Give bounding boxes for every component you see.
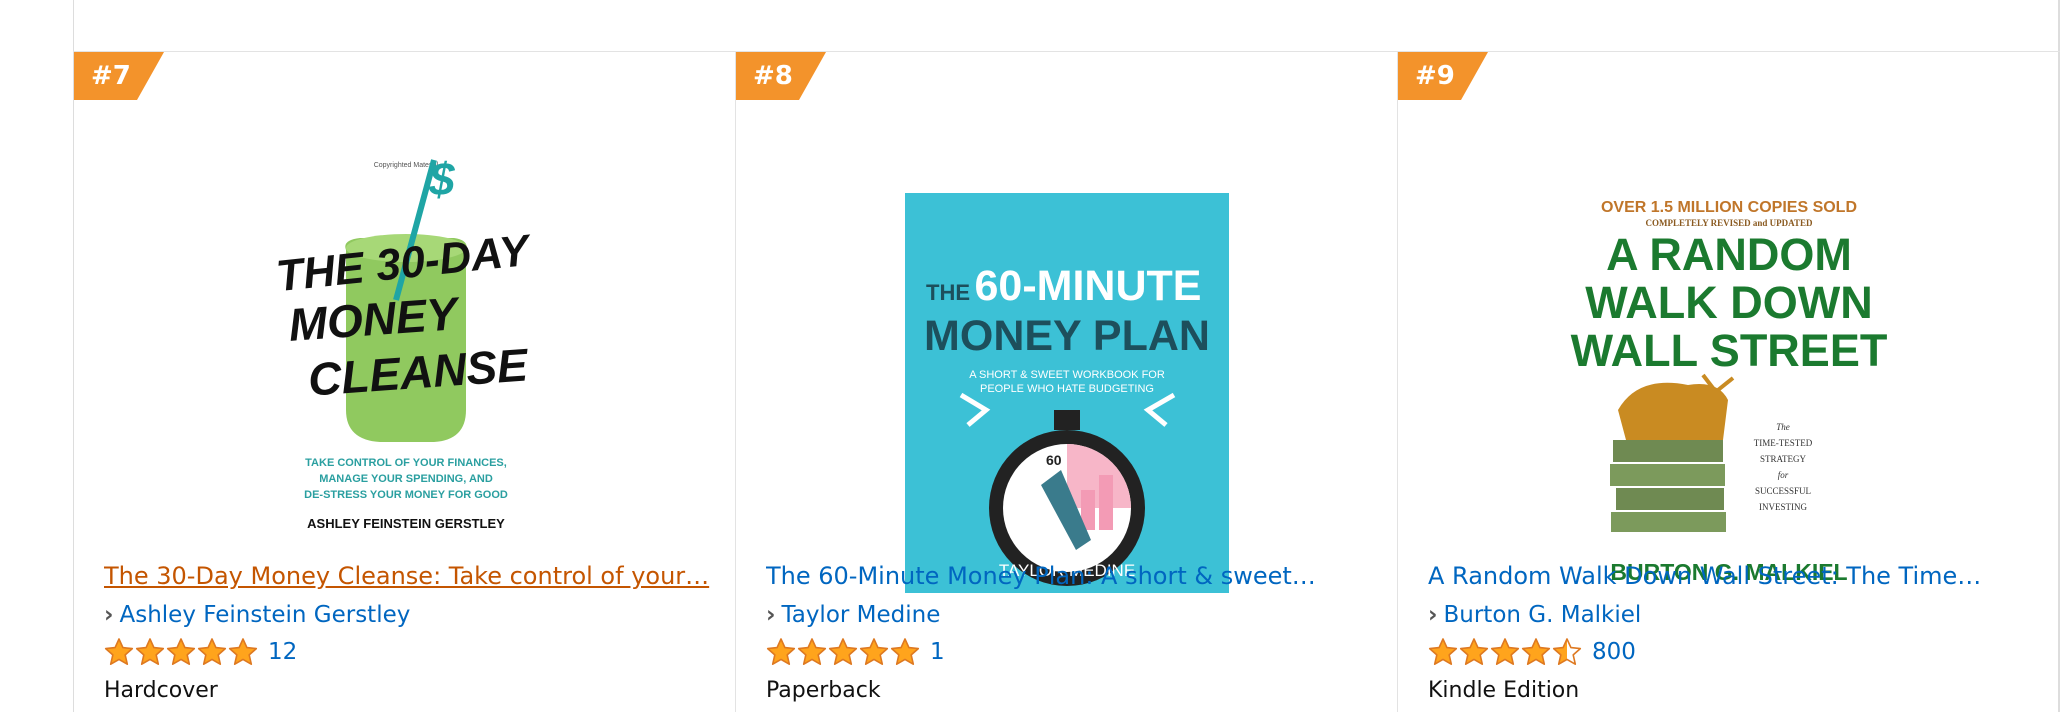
star-full-icon <box>228 638 258 665</box>
author-link[interactable]: › Ashley Feinstein Gerstley <box>104 602 410 628</box>
cover-tagline: STRATEGY <box>1760 454 1807 464</box>
rating-stars <box>1428 637 1583 667</box>
star-full-icon <box>104 638 134 665</box>
review-count-link[interactable]: 12 <box>268 639 297 665</box>
star-full-icon <box>1459 638 1489 665</box>
rank-badge: #7 <box>74 52 164 100</box>
cover-title-line: MONEY PLAN <box>924 312 1210 360</box>
cover-tagline: for <box>1778 470 1789 480</box>
money-stack <box>1613 440 1723 462</box>
author-link[interactable]: › Taylor Medine <box>766 602 940 628</box>
cover-tagline: The <box>1776 422 1790 432</box>
star-full-icon <box>859 638 889 665</box>
stopwatch-crown <box>1054 410 1080 430</box>
cover-tagline: TAKE CONTROL OF YOUR FINANCES, <box>305 457 507 469</box>
cover-banner: OVER 1.5 MILLION COPIES SOLD <box>1601 199 1857 216</box>
rating-stars <box>104 637 259 667</box>
cover-tagline: TIME-TESTED <box>1754 438 1813 448</box>
chevron-right-icon: › <box>104 602 114 628</box>
star-full-icon <box>1490 638 1520 665</box>
product-title-link[interactable]: The 30-Day Money Cleanse: Take control o… <box>104 562 724 590</box>
star-full-icon <box>135 638 165 665</box>
cover-title-line: WALK DOWN <box>1585 277 1872 328</box>
author-name: Taylor Medine <box>781 602 941 628</box>
star-full-icon <box>166 638 196 665</box>
cover-tagline: INVESTING <box>1759 502 1807 512</box>
book-format: Paperback <box>766 678 881 703</box>
clock-label: 60 <box>1046 452 1062 468</box>
rating-stars <box>766 637 921 667</box>
book-cover-image[interactable]: Copyrighted Material $ THE 30-DAY MONEY … <box>74 140 735 600</box>
star-rating[interactable]: 12 <box>104 635 297 669</box>
star-rating[interactable]: 1 <box>766 635 945 669</box>
cover-title-line: WALL STREET <box>1571 325 1888 376</box>
cover-tagline: A SHORT & SWEET WORKBOOK FOR <box>969 369 1165 381</box>
book-format: Hardcover <box>104 678 218 703</box>
cover-title-small: THE <box>926 280 970 305</box>
star-full-icon <box>1428 638 1458 665</box>
rank-badge: #9 <box>1398 52 1488 100</box>
cover-subbanner: COMPLETELY REVISED and UPDATED <box>1646 218 1813 228</box>
cover-title-line: CLEANSE <box>306 338 530 405</box>
author-name: Burton G. Malkiel <box>1443 602 1642 628</box>
star-full-icon <box>828 638 858 665</box>
star-half-icon <box>1552 638 1582 665</box>
product-title-link[interactable]: A Random Walk Down Wall Street: The Time… <box>1428 562 2048 590</box>
cover-tagline: PEOPLE WHO HATE BUDGETING <box>980 383 1154 395</box>
cover-title-line: A RANDOM <box>1606 229 1852 280</box>
cover-tagline: MANAGE YOUR SPENDING, AND <box>319 473 493 485</box>
dollar-sign-icon: $ <box>428 153 455 205</box>
review-count-link[interactable]: 1 <box>930 639 945 665</box>
cover-tagline: SUCCESSFUL <box>1755 486 1811 496</box>
book-format: Kindle Edition <box>1428 678 1580 703</box>
chevron-right-icon: › <box>766 602 776 628</box>
cover-tagline: DE-STRESS YOUR MONEY FOR GOOD <box>304 489 508 501</box>
star-full-icon <box>197 638 227 665</box>
cover-author: ASHLEY FEINSTEIN GERSTLEY <box>307 516 505 531</box>
star-full-icon <box>797 638 827 665</box>
author-link[interactable]: › Burton G. Malkiel <box>1428 602 1641 628</box>
product-card: #7 Copyrighted Material $ THE 30-DAY MON… <box>74 52 735 712</box>
review-count-link[interactable]: 800 <box>1592 639 1636 665</box>
rank-badge: #8 <box>736 52 826 100</box>
product-card: #8 THE 60-MINUTE MONEY PLAN A SHORT & SW… <box>736 52 1397 712</box>
star-full-icon <box>766 638 796 665</box>
star-full-icon <box>890 638 920 665</box>
chevron-right-icon: › <box>1428 602 1438 628</box>
product-title-link[interactable]: The 60-Minute Money Plan: A short & swee… <box>766 562 1386 590</box>
book-cover-image[interactable]: OVER 1.5 MILLION COPIES SOLD COMPLETELY … <box>1398 140 2059 600</box>
star-full-icon <box>1521 638 1551 665</box>
star-rating[interactable]: 800 <box>1428 635 1636 669</box>
product-card: #9 OVER 1.5 MILLION COPIES SOLD COMPLETE… <box>1398 52 2059 712</box>
author-name: Ashley Feinstein Gerstley <box>119 602 411 628</box>
book-cover-image[interactable]: THE 60-MINUTE MONEY PLAN A SHORT & SWEET… <box>736 140 1397 600</box>
cover-title-line: 60-MINUTE <box>975 262 1202 310</box>
